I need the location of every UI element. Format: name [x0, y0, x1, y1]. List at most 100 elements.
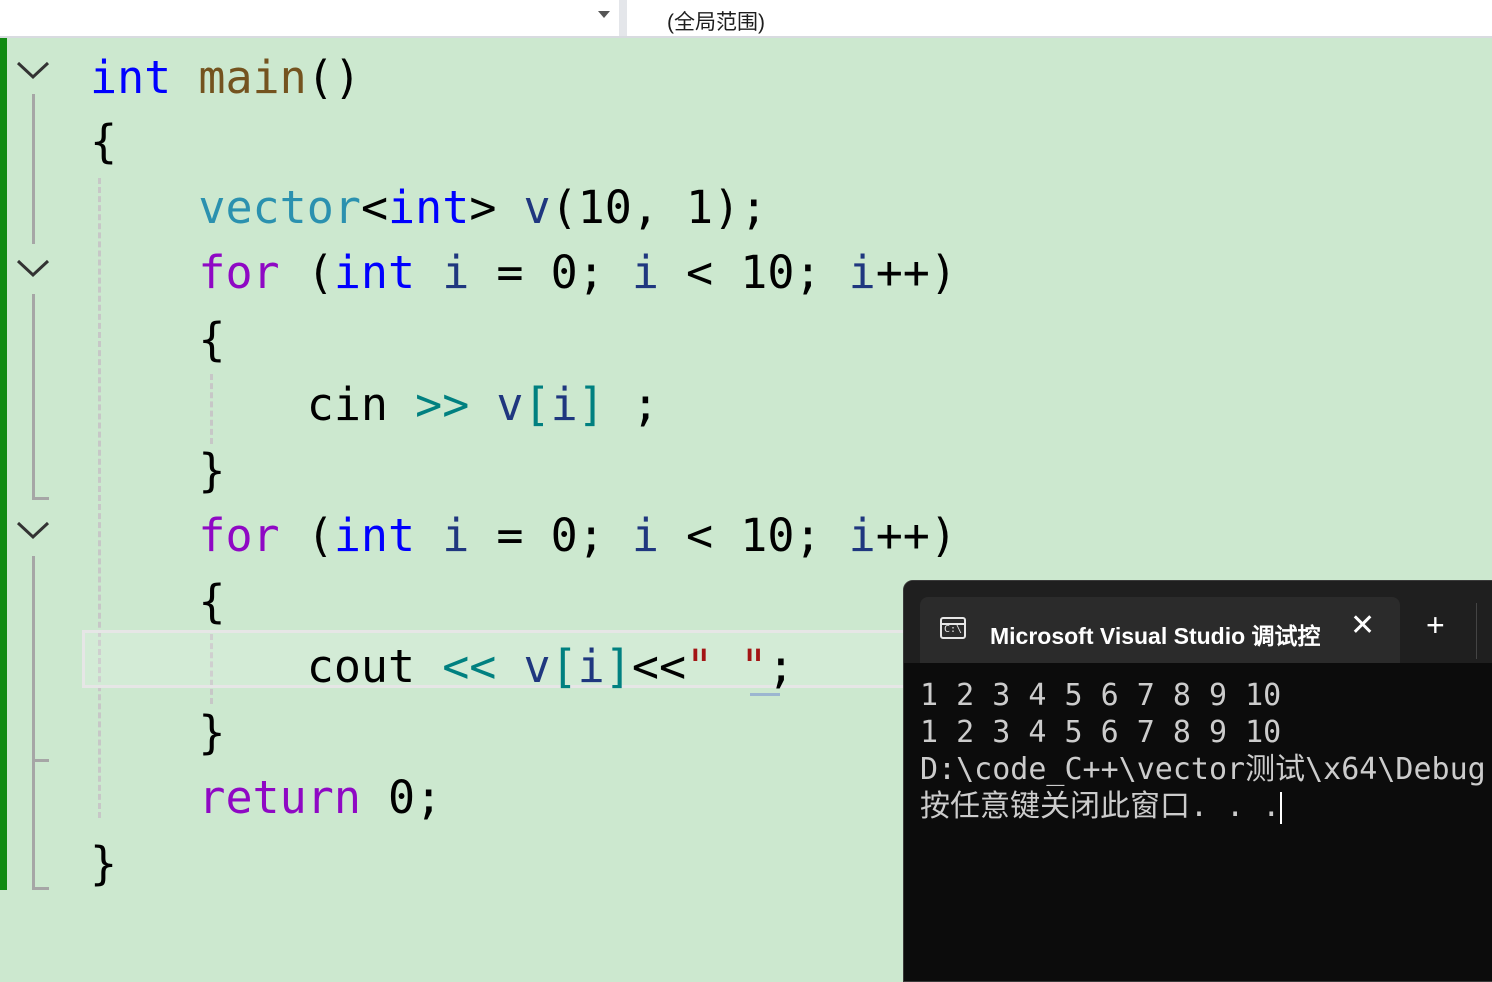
- code-token: 0;: [360, 771, 443, 824]
- code-token: for: [198, 246, 280, 299]
- code-token: i: [442, 509, 470, 562]
- code-token: [: [550, 640, 578, 693]
- console-output: 1 2 3 4 5 6 7 8 9 10 1 2 3 4 5 6 7 8 9 10…: [920, 677, 1486, 825]
- outline-line: [32, 762, 35, 890]
- code-token: (: [279, 509, 334, 562]
- collapse-for-1-icon[interactable]: [16, 256, 50, 280]
- code-token: ;: [767, 640, 795, 693]
- code-line[interactable]: cin >> v[i] ;: [90, 375, 659, 435]
- code-token: int: [90, 51, 172, 104]
- chevron-down-icon[interactable]: [598, 11, 610, 18]
- code-token: }: [90, 444, 226, 497]
- code-token: return: [198, 771, 361, 824]
- code-line[interactable]: {: [90, 112, 117, 172]
- collapse-for-2-icon[interactable]: [16, 518, 50, 542]
- code-token: }: [90, 706, 226, 759]
- code-line[interactable]: {: [90, 572, 225, 632]
- code-token: {: [90, 115, 118, 168]
- code-token: < 10;: [658, 509, 849, 562]
- navigation-bar: (全局范围): [0, 0, 1492, 38]
- code-token: cout: [90, 640, 443, 693]
- code-token: i: [848, 246, 876, 299]
- code-token: v: [523, 181, 551, 234]
- terminal-icon: C:\: [940, 617, 966, 639]
- code-line[interactable]: for (int i = 0; i < 10; i++): [90, 243, 957, 303]
- code-token: i: [577, 640, 605, 693]
- code-token: <<: [631, 640, 687, 693]
- output-line: D:\code_C++\vector测试\x64\Debug: [920, 752, 1486, 787]
- code-token: (10, 1);: [550, 181, 768, 234]
- code-token: vector: [198, 181, 361, 234]
- code-token: i: [631, 509, 659, 562]
- outline-line: [32, 94, 35, 244]
- code-token: <: [360, 181, 389, 234]
- project-dropdown[interactable]: [0, 0, 618, 36]
- outline-end: [32, 887, 49, 890]
- code-token: (): [306, 51, 361, 104]
- code-token: }: [90, 837, 118, 890]
- new-tab-button[interactable]: +: [1426, 609, 1445, 641]
- code-token: i: [631, 246, 659, 299]
- output-line: 按任意键关闭此窗口. . .: [920, 788, 1486, 825]
- titlebar-divider: [1476, 603, 1477, 659]
- code-token: >: [469, 181, 524, 234]
- code-token: v: [496, 378, 524, 431]
- code-token: ]: [604, 640, 632, 693]
- code-token: {: [90, 575, 226, 628]
- scope-dropdown[interactable]: (全局范围): [627, 0, 1492, 36]
- code-token: (: [279, 246, 334, 299]
- code-line[interactable]: }: [90, 834, 117, 894]
- code-token: < 10;: [658, 246, 849, 299]
- code-token: {: [90, 313, 226, 366]
- console-titlebar[interactable]: C:\ Microsoft Visual Studio 调试控制台 ✕ +: [904, 581, 1492, 663]
- nav-splitter[interactable]: [619, 0, 627, 36]
- code-token: int: [388, 181, 470, 234]
- code-token: i: [848, 509, 876, 562]
- code-token: [: [523, 378, 551, 431]
- outline-end: [32, 497, 49, 500]
- code-line[interactable]: int main(): [90, 48, 361, 108]
- code-line[interactable]: for (int i = 0; i < 10; i++): [90, 506, 957, 566]
- code-line[interactable]: vector<int> v(10, 1);: [90, 178, 767, 238]
- code-token: ++): [875, 509, 957, 562]
- console-tab-title: Microsoft Visual Studio 调试控制台: [990, 623, 1320, 649]
- code-token: i: [442, 246, 470, 299]
- output-line: 1 2 3 4 5 6 7 8 9 10: [920, 715, 1282, 750]
- console-tab[interactable]: C:\ Microsoft Visual Studio 调试控制台 ✕: [920, 597, 1400, 663]
- code-token: cin: [90, 378, 416, 431]
- code-token: i: [550, 378, 578, 431]
- debug-console-window[interactable]: C:\ Microsoft Visual Studio 调试控制台 ✕ + 1 …: [903, 580, 1492, 982]
- code-token: ]: [577, 378, 605, 431]
- outline-line: [32, 556, 35, 762]
- code-token: = 0;: [469, 509, 632, 562]
- close-tab-button[interactable]: ✕: [1350, 611, 1375, 641]
- code-line[interactable]: cout << v[i]<<" ";: [90, 637, 795, 697]
- collapse-main-icon[interactable]: [16, 58, 50, 82]
- code-token: int: [333, 246, 416, 299]
- text-cursor: [1280, 791, 1283, 824]
- code-token: ++): [875, 246, 957, 299]
- code-token: main: [198, 51, 307, 104]
- code-token: " ": [686, 640, 768, 693]
- scope-label: (全局范围): [667, 11, 765, 34]
- code-token: <<: [442, 640, 497, 693]
- code-line[interactable]: }: [90, 441, 225, 501]
- code-line[interactable]: }: [90, 703, 225, 763]
- output-line-text: 按任意键关闭此窗口. . .: [920, 789, 1281, 824]
- code-line[interactable]: return 0;: [90, 768, 442, 828]
- code-line[interactable]: {: [90, 310, 225, 370]
- code-token: v: [523, 640, 551, 693]
- output-line: 1 2 3 4 5 6 7 8 9 10: [920, 678, 1282, 713]
- change-tracking-bar: [0, 38, 7, 890]
- code-token: for: [198, 509, 280, 562]
- code-token: >>: [415, 378, 470, 431]
